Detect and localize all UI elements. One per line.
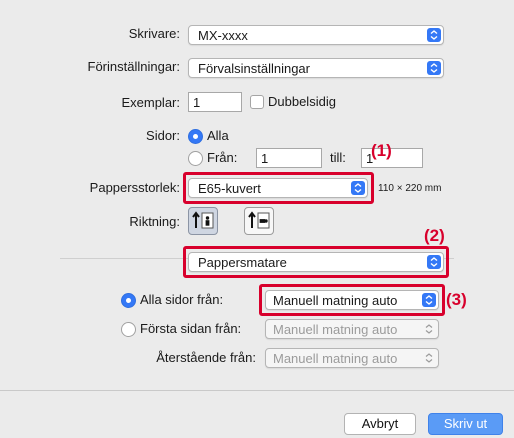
printer-value: MX-xxxx <box>198 28 248 43</box>
remaining-label: Återstående från: <box>156 350 256 365</box>
divider-bottom <box>0 390 514 391</box>
pages-all-label: Alla <box>207 128 229 143</box>
chevron-updown-icon <box>423 323 435 335</box>
first-page-feed-value: Manuell matning auto <box>273 322 398 337</box>
pages-from-radio[interactable] <box>188 151 203 166</box>
orientation-landscape-button[interactable] <box>244 207 274 235</box>
printer-popup[interactable]: MX-xxxx <box>188 25 444 45</box>
pages-all-radio[interactable] <box>188 129 203 144</box>
paper-dimensions: 110 × 220 mm <box>378 183 442 194</box>
all-pages-radio[interactable] <box>121 293 136 308</box>
duplex-checkbox[interactable] <box>250 95 264 109</box>
first-page-label: Första sidan från: <box>140 321 242 336</box>
presets-value: Förvalsinställningar <box>198 61 310 76</box>
callout-3-box <box>259 284 445 316</box>
remaining-feed-popup[interactable]: Manuell matning auto <box>265 348 439 368</box>
portrait-orientation-icon <box>192 211 214 229</box>
presets-popup[interactable]: Förvalsinställningar <box>188 58 444 78</box>
pages-from-label: Från: <box>207 150 238 165</box>
chevron-updown-icon <box>427 61 441 75</box>
callout-2-box <box>183 246 449 278</box>
first-page-radio[interactable] <box>121 322 136 337</box>
pages-from-field[interactable]: 1 <box>256 148 322 168</box>
print-button[interactable]: Skriv ut <box>428 413 503 435</box>
first-page-feed-popup[interactable]: Manuell matning auto <box>265 319 439 339</box>
copies-value: 1 <box>193 95 201 110</box>
copies-label: Exemplar: <box>121 95 180 110</box>
chevron-updown-icon <box>423 352 435 364</box>
chevron-updown-icon <box>427 28 441 42</box>
pages-to-label: till: <box>330 150 346 165</box>
remaining-feed-value: Manuell matning auto <box>273 351 398 366</box>
landscape-orientation-icon <box>248 211 270 229</box>
pages-from-value: 1 <box>261 151 269 166</box>
cancel-button[interactable]: Avbryt <box>344 413 416 435</box>
callout-3-label: (3) <box>446 290 467 309</box>
paper-size-label: Pappersstorlek: <box>89 180 180 195</box>
callout-2-label: (2) <box>424 226 445 245</box>
duplex-label: Dubbelsidig <box>268 94 336 109</box>
printer-label: Skrivare: <box>128 26 180 41</box>
orientation-label: Riktning: <box>129 214 180 229</box>
pages-label: Sidor: <box>146 128 180 143</box>
all-pages-label: Alla sidor från: <box>140 292 224 307</box>
orientation-portrait-button[interactable] <box>188 207 218 235</box>
callout-1-label: (1) <box>371 141 392 160</box>
copies-field[interactable]: 1 <box>188 92 242 112</box>
presets-label: Förinställningar: <box>87 59 181 74</box>
callout-1-box <box>183 172 374 204</box>
